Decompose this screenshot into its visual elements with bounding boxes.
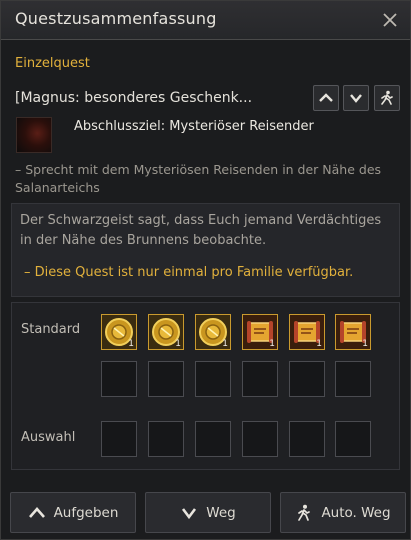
selection-rewards-label: Auswahl [21, 430, 76, 445]
reward-slot-standard[interactable]: 1 [148, 314, 184, 350]
selection-slot-empty [195, 421, 231, 457]
quest-description: Der Schwarzgeist sagt, dass Euch jemand … [20, 213, 382, 248]
selection-slot-empty [101, 421, 137, 457]
walking-person-icon [298, 504, 311, 521]
reward-slot-empty [101, 361, 137, 397]
npc-portrait [16, 117, 52, 153]
selection-slot-empty [289, 421, 325, 457]
reward-slot-empty [148, 361, 184, 397]
reward-quantity: 1 [316, 339, 322, 349]
reward-slot-empty [335, 361, 371, 397]
walking-person-icon [381, 90, 393, 105]
selection-slot-empty [242, 421, 278, 457]
auto-path-small-button[interactable] [374, 85, 400, 111]
rewards-panel: Standard Auswahl 1 1 1 1 1 1 [11, 302, 400, 470]
reward-slot-empty [289, 361, 325, 397]
expand-down-button[interactable] [343, 85, 369, 111]
chevron-up-icon [319, 93, 333, 102]
reward-slot-standard[interactable]: 1 [101, 314, 137, 350]
reward-quantity: 1 [362, 339, 368, 349]
abandon-button[interactable]: Aufgeben [10, 492, 136, 533]
auto-path-button-label: Auto. Weg [321, 504, 391, 521]
standard-rewards-label: Standard [21, 322, 81, 337]
path-button[interactable]: Weg [145, 492, 271, 533]
reward-quantity: 1 [269, 339, 275, 349]
quest-summary-window: Questzusammenfassung Einzelquest [Magnus… [0, 0, 411, 540]
auto-path-button[interactable]: Auto. Weg [280, 492, 406, 533]
abandon-button-label: Aufgeben [53, 504, 119, 521]
reward-slot-standard[interactable]: 1 [242, 314, 278, 350]
quest-hint: – Sprecht mit dem Mysteriösen Reisenden … [15, 162, 382, 195]
selection-slot-empty [148, 421, 184, 457]
path-button-label: Weg [206, 504, 236, 521]
window-title: Questzusammenfassung [15, 9, 217, 28]
reward-slot-empty [195, 361, 231, 397]
chevron-down-icon [350, 94, 362, 103]
reward-quantity: 1 [128, 339, 134, 349]
reward-slot-standard[interactable]: 1 [195, 314, 231, 350]
collapse-up-button[interactable] [313, 85, 339, 111]
reward-quantity: 1 [175, 339, 181, 349]
completion-goal: Abschlussziel: Mysteriöser Reisender [74, 119, 314, 134]
title-bar[interactable]: Questzusammenfassung [1, 1, 410, 40]
selection-slot-empty [335, 421, 371, 457]
reward-slot-empty [242, 361, 278, 397]
description-panel: Der Schwarzgeist sagt, dass Euch jemand … [11, 203, 400, 297]
family-limit-note: – Diese Quest ist nur einmal pro Familie… [24, 265, 354, 280]
close-button[interactable] [380, 10, 400, 30]
reward-slot-standard[interactable]: 1 [289, 314, 325, 350]
reward-quantity: 1 [222, 339, 228, 349]
chevron-down-icon [182, 507, 197, 519]
reward-slot-standard[interactable]: 1 [335, 314, 371, 350]
close-icon [383, 13, 397, 27]
chevron-up-icon [28, 506, 45, 518]
quest-type-label: Einzelquest [15, 56, 90, 71]
quest-name: [Magnus: besonderes Geschenk... [15, 90, 253, 106]
